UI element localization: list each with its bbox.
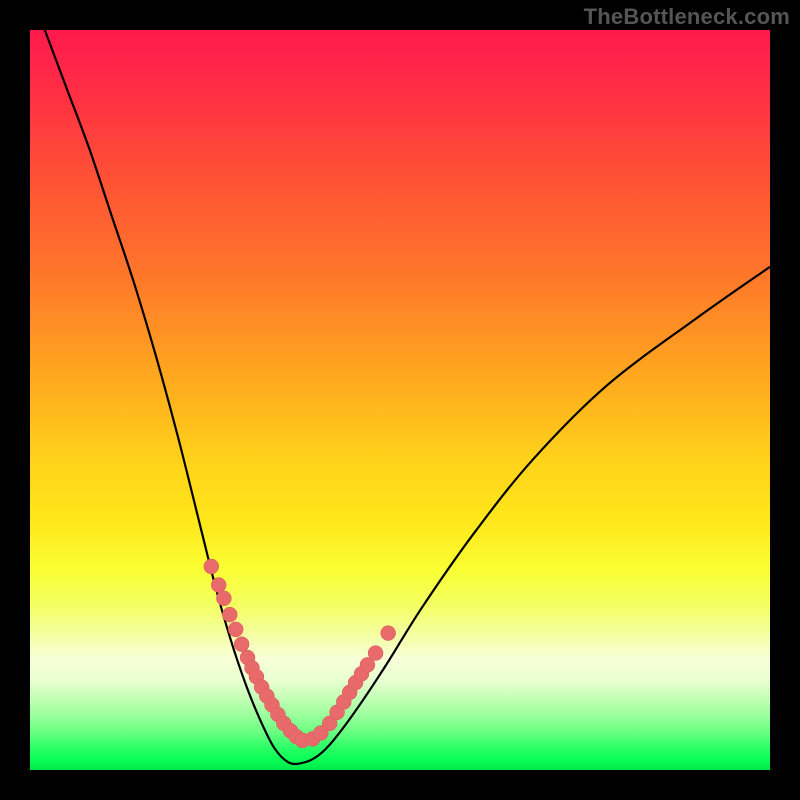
chart-frame: TheBottleneck.com [0,0,800,800]
marker-group [204,559,396,748]
curve-marker [204,559,219,574]
curve-marker [234,637,249,652]
chart-svg [30,30,770,770]
curve-marker [211,578,226,593]
curve-marker [216,591,231,606]
curve-marker [381,626,396,641]
curve-marker [222,607,237,622]
plot-area [30,30,770,770]
curve-marker [368,646,383,661]
bottleneck-curve [45,30,770,764]
watermark-text: TheBottleneck.com [584,4,790,30]
curve-marker [228,622,243,637]
